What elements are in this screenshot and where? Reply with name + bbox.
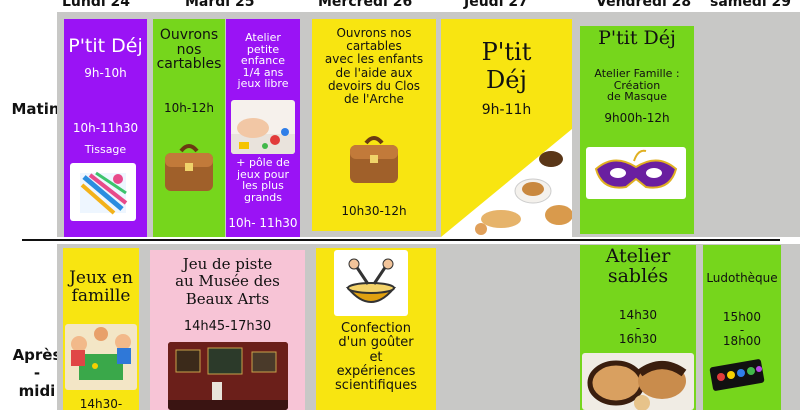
card-time: 16h30 <box>618 332 658 346</box>
cookies-image <box>582 353 694 410</box>
day-thursday: Jeudi 27 <box>464 0 528 10</box>
card-time: 14h30- <box>79 397 123 410</box>
day-saturday: samedi 29 <box>710 0 792 10</box>
card-title: Ouvrons nos cartables <box>156 27 222 73</box>
card-title: P'tit Déj <box>481 38 532 94</box>
row-divider <box>22 239 780 241</box>
card-friday-afternoon: Atelier sablés 14h30 - 16h30 <box>580 245 696 410</box>
day-wednesday: Mercredi 26 <box>318 0 413 10</box>
mask-image <box>586 147 686 199</box>
day-tuesday: Mardi 25 <box>185 0 255 10</box>
card-time: 10h-11h30 <box>72 121 139 135</box>
card-title: Confection d'un goûter et expériences sc… <box>335 321 417 394</box>
schoolbag-icon <box>159 139 219 197</box>
baking-icon <box>334 250 408 316</box>
card-wednesday-morning: Ouvrons nos cartables avec les enfants d… <box>312 19 436 231</box>
card-wednesday-afternoon: Confection d'un goûter et expériences sc… <box>316 248 436 410</box>
card-time: 9h00h-12h <box>604 111 670 125</box>
card-title: Ludothèque <box>706 271 778 285</box>
card-time: 10h- 11h30 <box>228 216 298 230</box>
family-games-image <box>65 324 137 390</box>
schoolbag-icon <box>344 131 404 189</box>
card-monday-afternoon: Jeux en famille 14h30- <box>63 248 139 410</box>
card-title: Ouvrons nos cartables avec les enfants d… <box>324 26 424 106</box>
card-extra: + pôle de jeux pour les plus grands <box>236 156 290 204</box>
card-title: P'tit Déj <box>598 27 676 49</box>
card-tuesday-afternoon: Jeu de piste au Musée des Beaux Arts 14h… <box>150 250 305 410</box>
card-time: 18h00 <box>722 334 762 348</box>
card-text: Atelier Famille : Création de Masque <box>594 67 680 104</box>
card-title: P'tit Déj <box>68 35 143 57</box>
row-label-morning: Matin <box>11 100 60 118</box>
card-monday-morning: P'tit Déj 9h-10h 10h-11h30 Tissage <box>64 19 147 237</box>
card-time: 10h-12h <box>163 101 215 115</box>
day-friday: Vendredi 28 <box>596 0 692 10</box>
weaving-image <box>70 163 136 221</box>
card-friday-morning: P'tit Déj Atelier Famille : Création de … <box>580 26 694 234</box>
card-title: Atelier sablés <box>605 245 671 287</box>
card-thursday-morning: P'tit Déj 9h-11h <box>441 19 572 237</box>
card-title: Jeux en famille <box>69 268 133 306</box>
card-title: Atelier petite enfance 1/4 ans jeux libr… <box>237 31 289 91</box>
card-tuesday-morning-atelier: Atelier petite enfance 1/4 ans jeux libr… <box>226 19 300 237</box>
card-time: 9h-10h <box>84 66 127 80</box>
card-time: 15h00 <box>722 310 762 324</box>
card-tuesday-morning-cartables: Ouvrons nos cartables 10h-12h <box>153 19 225 237</box>
day-monday: Lundi 24 <box>62 0 131 10</box>
card-time: 14h45-17h30 <box>183 319 272 334</box>
card-title: Jeu de piste au Musée des Beaux Arts <box>175 255 280 308</box>
museum-image <box>168 342 288 410</box>
card-time: 14h30 <box>618 308 658 322</box>
game-pieces-icon <box>709 357 765 391</box>
kids-play-image <box>231 100 295 154</box>
card-time: 10h30-12h <box>341 204 407 218</box>
card-saturday-afternoon: Ludothèque 15h00 - 18h00 <box>703 245 781 410</box>
card-activity: Tissage <box>84 143 127 156</box>
card-time: 9h-11h <box>481 102 532 118</box>
